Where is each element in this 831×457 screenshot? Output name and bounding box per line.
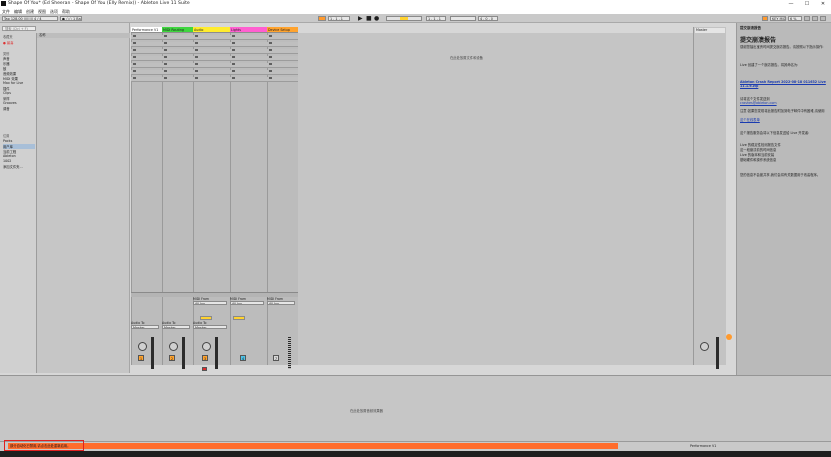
midi-from-select-3[interactable]: All Ins [267, 301, 295, 305]
browser-search-input[interactable]: 搜索 (Ctrl + F) [2, 26, 36, 31]
collections-header: 收藏夹 [3, 35, 13, 39]
play-button[interactable]: ▶ [358, 15, 363, 22]
master-track[interactable]: Master [693, 27, 726, 365]
help-paragraph-2: Live 创建了一个崩溃报告。将其命名为: [740, 63, 799, 67]
add-folder-button[interactable]: 添加文件夹... [3, 164, 23, 169]
status-highlight-box [4, 440, 84, 451]
category-tunings[interactable]: 调音 [3, 106, 10, 111]
help-bullet-1: Live 的稳定性检测报告文件 [740, 143, 781, 147]
session-drop-zone[interactable] [298, 33, 693, 365]
help-paragraph-4: 注意:如果您发现将此报告附加到电子邮件中有困难,请使用 [740, 109, 825, 113]
track-activator-2[interactable]: 2 [169, 355, 175, 361]
record-button[interactable]: ● [374, 15, 379, 22]
midi-from-select-2[interactable]: All Ins [230, 301, 264, 305]
key-midi-label[interactable]: KEY MIDI [770, 16, 786, 21]
browser-content-list[interactable]: 名称 [36, 33, 130, 373]
monitor-auto-button[interactable] [200, 316, 212, 320]
automation-arm-icon[interactable] [400, 17, 408, 20]
list-name-header[interactable]: 名称 [37, 33, 130, 38]
help-bullet-2: 这一段崩溃前的时间信息 [740, 148, 777, 152]
session-drop-message: 在此处放置文件和设备 [450, 56, 483, 60]
place-ableton[interactable]: Ableton [3, 154, 16, 158]
metronome-control[interactable]: ● ○○ 1 Bar [60, 16, 82, 21]
loop-start[interactable]: 1 . 1 . 1 [426, 16, 446, 21]
cpu-meter: 6 % [788, 16, 802, 21]
help-paragraph-1: 感谢您抽出宝贵时间提交崩溃报告。请按照以下指示操作: [740, 45, 824, 49]
transport-bar: Tap 128.00 |||||||| 4 / 4 ● ○○ 1 Bar 1 .… [0, 14, 831, 23]
help-panel-title: 提交崩溃报告 [740, 26, 761, 30]
audio-to-select[interactable]: Master [131, 325, 159, 329]
pan-knob-2[interactable] [169, 342, 178, 351]
level-meter-2 [182, 337, 185, 369]
level-meter-5 [288, 337, 291, 369]
ableton-logo-icon [1, 1, 6, 6]
clip-slots-performance[interactable] [131, 33, 162, 82]
os-taskbar [0, 451, 831, 457]
arm-button-3[interactable] [202, 367, 207, 371]
audio-indicator [820, 16, 826, 21]
place-packs[interactable]: Packs [3, 139, 12, 143]
level-meter-1 [151, 337, 154, 369]
help-paragraph-5: 这个报告服务会将以下信息发送给 Live 开发者: [740, 131, 810, 135]
help-paragraph-6: 您的信息不会被共享,我们会将有关数据用于改善程序。 [740, 173, 821, 177]
overdrive-button[interactable] [804, 16, 810, 21]
selected-track-label: Performance V1 [690, 444, 717, 448]
minimize-button[interactable]: — [783, 0, 799, 8]
collection-favorite[interactable]: ● 最喜 [3, 40, 14, 45]
master-indicator-icon [726, 334, 732, 340]
track-activator-3[interactable]: 3 [202, 355, 208, 361]
audio-to-select-2[interactable]: Master [162, 325, 190, 329]
level-meter-3 [215, 337, 218, 369]
track-activator-5[interactable]: 7 [273, 355, 279, 361]
clip-slots-lights[interactable] [230, 33, 267, 82]
arrangement-position[interactable]: 1 . 1 . 1 [328, 16, 350, 21]
monitor-auto-button-2[interactable] [233, 316, 245, 320]
places-header: 位置 [3, 134, 10, 138]
punch-controls[interactable] [450, 16, 476, 21]
help-heading: 提交崩溃报告 [740, 37, 777, 44]
upload-form-link[interactable]: 这个在线表单 [740, 118, 828, 122]
master-level-meter [716, 337, 719, 369]
clip-slots-device-setup[interactable] [267, 33, 298, 82]
pan-knob-3[interactable] [202, 342, 211, 351]
loop-length[interactable]: 4 . 0 . 0 [478, 16, 498, 21]
midi-indicator [812, 16, 818, 21]
place-folder-1002[interactable]: 1002 [3, 159, 11, 163]
follow-button[interactable] [318, 16, 326, 21]
track-activator-4[interactable]: 4 [240, 355, 246, 361]
help-bullet-4: 基础硬件和操作系统信息 [740, 158, 777, 162]
clip-slots-audio[interactable] [193, 33, 230, 82]
clip-slots-midi-routing[interactable] [162, 33, 193, 82]
detail-drop-message: 在此处放置音频效果器 [350, 409, 383, 413]
master-track-header[interactable]: Master [695, 28, 725, 33]
key-map-button[interactable] [762, 16, 768, 21]
midi-to-select[interactable]: Master [193, 325, 227, 329]
close-button[interactable]: ✕ [815, 0, 831, 8]
help-bullet-3: Live 的版本和当前安装 [740, 153, 775, 157]
category-max-for-live[interactable]: Max for Live [3, 81, 23, 85]
detail-view[interactable] [0, 375, 831, 441]
category-clips[interactable]: Clips [3, 91, 11, 95]
midi-from-select[interactable]: All Ins [193, 301, 227, 305]
crash-email-link[interactable]: crashes@ableton.com [740, 101, 828, 105]
automation-warning-bar[interactable] [8, 443, 618, 449]
master-pan-knob[interactable] [700, 342, 709, 351]
window-title: Shape Of You* (Ed Sheeran - Shape Of You… [8, 1, 190, 6]
stop-button[interactable]: ■ [366, 15, 372, 22]
help-view-panel: 提交崩溃报告 提交崩溃报告 感谢您抽出宝贵时间提交崩溃报告。请按照以下指示操作:… [736, 23, 831, 375]
pan-knob-1[interactable] [138, 342, 147, 351]
tempo-field[interactable]: Tap 128.00 |||||||| 4 / 4 [2, 16, 58, 21]
category-grooves[interactable]: Grooves [3, 101, 17, 105]
track-activator-1[interactable]: 1 [138, 355, 144, 361]
crash-report-file-link[interactable]: Ableton Crash Report 2022-08-18 011632 L… [740, 80, 828, 89]
browser-panel: ◀ 搜索 (Ctrl + F) 收藏夹 ● 最喜 类别 声音 乐器 鼓 音频效果… [0, 23, 130, 373]
maximize-button[interactable]: ☐ [799, 0, 815, 8]
title-bar: Shape Of You* (Ed Sheeran - Shape Of You… [0, 0, 831, 8]
